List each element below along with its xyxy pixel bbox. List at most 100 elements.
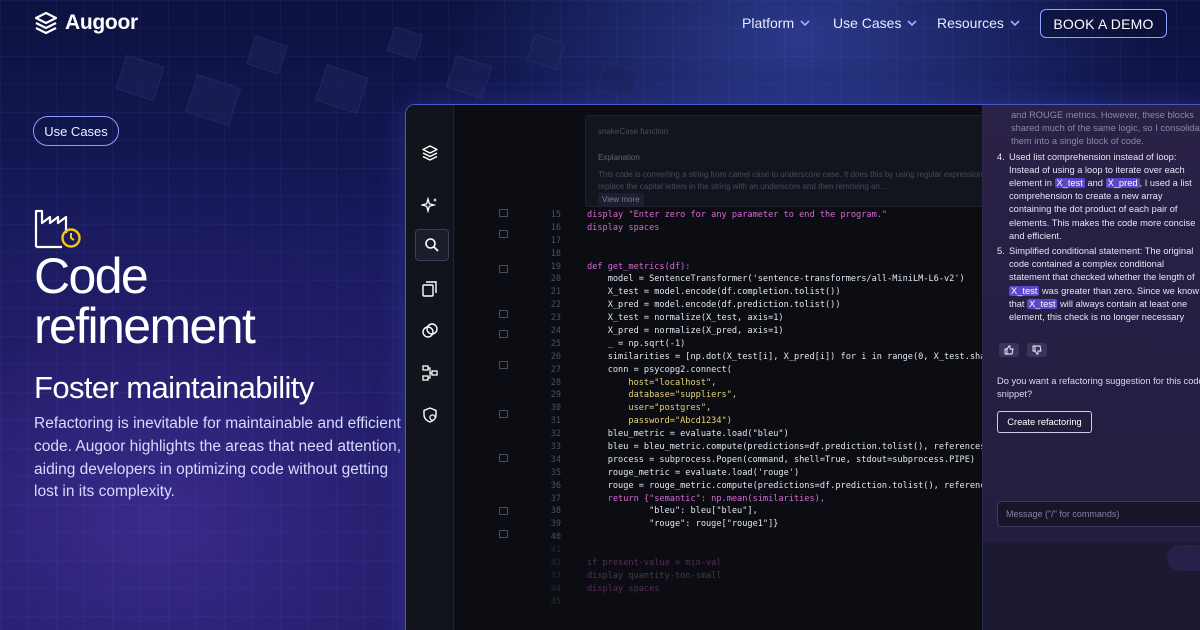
title-line-1: Code	[34, 248, 149, 304]
popup-title: snakeCase function	[598, 127, 669, 136]
code-line[interactable]: X_pred = model.encode(df.prediction.toli…	[587, 299, 1027, 312]
nav-use-cases[interactable]: Use Cases	[833, 15, 918, 31]
gutter-marker-icon[interactable]	[499, 209, 508, 217]
code-line[interactable]	[587, 235, 1027, 248]
gutter-marker-icon[interactable]	[499, 507, 508, 515]
code-line[interactable]: def get_metrics(df):	[587, 261, 1027, 274]
code-line[interactable]: rouge_metric = evaluate.load('rouge')	[587, 467, 1027, 480]
page-title: Code refinement	[34, 248, 256, 354]
code-line[interactable]: return {"semantic": np.mean(similarities…	[587, 493, 1027, 506]
code-line[interactable]: display quantity-ton-small	[587, 570, 1027, 583]
code-line[interactable]: display spaces	[587, 222, 1027, 235]
chevron-down-icon	[907, 20, 918, 26]
nav-resources-label: Resources	[937, 15, 1004, 31]
gutter-marker-icon[interactable]	[499, 454, 508, 462]
code-line[interactable]: X_test = normalize(X_test, axis=1)	[587, 312, 1027, 325]
code-line[interactable]: X_test = model.encode(df.completion.toli…	[587, 286, 1027, 299]
code-line[interactable]	[587, 248, 1027, 261]
nav-resources[interactable]: Resources	[937, 15, 1020, 31]
line-number: 27	[550, 364, 561, 375]
send-button[interactable]	[1167, 545, 1200, 571]
code-tag: X_test	[1027, 298, 1058, 309]
code-line[interactable]: similarities = [np.dot(X_test[i], X_pred…	[587, 351, 1027, 364]
code-line[interactable]: if present-value = min-val	[587, 557, 1027, 570]
product-preview: snakeCase function Explanation This code…	[405, 104, 1200, 630]
line-number: 16	[550, 222, 561, 233]
line-number: 31	[550, 416, 561, 427]
line-numbers: 15 16 17 18 19 20 21 22 23 24 25 26 27 28 29 30 31 32 33 34…	[535, 209, 561, 609]
line-number: 43	[550, 570, 561, 581]
line-number: 45	[550, 596, 561, 607]
thumbs-up-icon	[1004, 345, 1014, 355]
line-number: 42	[550, 558, 561, 569]
code-lines[interactable]: display "Enter zero for any parameter to…	[587, 209, 1027, 609]
code-line[interactable]: X_pred = normalize(X_pred, axis=1)	[587, 325, 1027, 338]
code-line[interactable]: conn = psycopg2.connect(	[587, 364, 1027, 377]
code-line[interactable]: password="Abcd1234")	[587, 415, 1027, 428]
line-number: 21	[550, 287, 561, 298]
shield-icon[interactable]	[418, 403, 442, 427]
item-5-text: Simplified conditional statement: The or…	[1009, 246, 1195, 283]
create-refactoring-button[interactable]: Create refactoring	[997, 411, 1092, 433]
code-line[interactable]: user="postgres",	[587, 402, 1027, 415]
gutter-marker-icon[interactable]	[499, 310, 508, 318]
line-number: 35	[550, 467, 561, 478]
line-number: 44	[550, 583, 561, 594]
line-number: 23	[550, 313, 561, 324]
code-line[interactable]	[587, 544, 1027, 557]
line-number: 38	[550, 506, 561, 517]
layers-icon[interactable]	[418, 141, 442, 165]
code-line[interactable]	[587, 596, 1027, 609]
nav-use-cases-label: Use Cases	[833, 15, 902, 31]
book-demo-button[interactable]: BOOK A DEMO	[1040, 9, 1167, 38]
factory-clock-icon	[34, 209, 81, 249]
code-line[interactable]: host="localhost",	[587, 377, 1027, 390]
brand-logo[interactable]: Augoor	[34, 11, 138, 35]
line-number: 25	[550, 338, 561, 349]
view-more-button[interactable]: View more	[598, 193, 644, 206]
code-line[interactable]: "rouge": rouge["rouge1"]}	[587, 518, 1027, 531]
gutter-marker-icon[interactable]	[499, 265, 508, 273]
chat-intro: and ROUGE metrics. However, these blocks…	[1011, 110, 1200, 147]
code-line[interactable]: process = subprocess.Popen(command, shel…	[587, 454, 1027, 467]
code-line[interactable]: _ = np.sqrt(-1)	[587, 338, 1027, 351]
code-line[interactable]: display spaces	[587, 583, 1027, 596]
gutter-marker-icon[interactable]	[499, 230, 508, 238]
code-line[interactable]: model = SentenceTransformer('sentence-tr…	[587, 273, 1027, 286]
assistant-chat-panel: and ROUGE metrics. However, these blocks…	[982, 105, 1200, 630]
flow-icon[interactable]	[418, 361, 442, 385]
line-number: 20	[550, 274, 561, 285]
line-number: 30	[550, 403, 561, 414]
thumbs-up-button[interactable]	[999, 343, 1019, 357]
line-number: 40	[550, 532, 561, 543]
thumbs-down-button[interactable]	[1027, 343, 1047, 357]
code-line[interactable]: bleu = bleu_metric.compute(predictions=d…	[587, 441, 1027, 454]
item-number: 5.	[997, 246, 1005, 257]
line-number: 18	[550, 248, 561, 259]
item-number: 4.	[997, 151, 1005, 162]
sparkles-icon[interactable]	[418, 193, 442, 217]
title-line-2: refinement	[34, 298, 256, 354]
gutter-marker-icon[interactable]	[499, 410, 508, 418]
gutter-marker-icon[interactable]	[499, 361, 508, 369]
gutter-marker-icon[interactable]	[499, 530, 508, 538]
refactor-question: Do you want a refactoring suggestion for…	[997, 376, 1200, 399]
code-line[interactable]: rouge = rouge_metric.compute(predictions…	[587, 480, 1027, 493]
nav-platform[interactable]: Platform	[742, 15, 810, 31]
gutter-marker-icon[interactable]	[499, 330, 508, 338]
code-line[interactable]	[587, 531, 1027, 544]
code-editor[interactable]: snakeCase function Explanation This code…	[455, 105, 1030, 630]
coins-icon[interactable]	[418, 319, 442, 343]
line-number: 36	[550, 480, 561, 491]
line-number: 39	[550, 519, 561, 530]
code-line[interactable]: display "Enter zero for any parameter to…	[587, 209, 1027, 222]
nav-platform-label: Platform	[742, 15, 795, 31]
code-line[interactable]: bleu_metric = evaluate.load("bleu")	[587, 428, 1027, 441]
chat-message-input[interactable]: Message ("/" for commands)	[997, 501, 1200, 527]
code-line[interactable]: database="suppliers",	[587, 389, 1027, 402]
ide-side-rail	[406, 105, 454, 630]
files-icon[interactable]	[418, 277, 442, 301]
use-cases-pill[interactable]: Use Cases	[33, 116, 119, 146]
search-icon[interactable]	[415, 229, 449, 261]
code-line[interactable]: "bleu": bleu["bleu"],	[587, 505, 1027, 518]
